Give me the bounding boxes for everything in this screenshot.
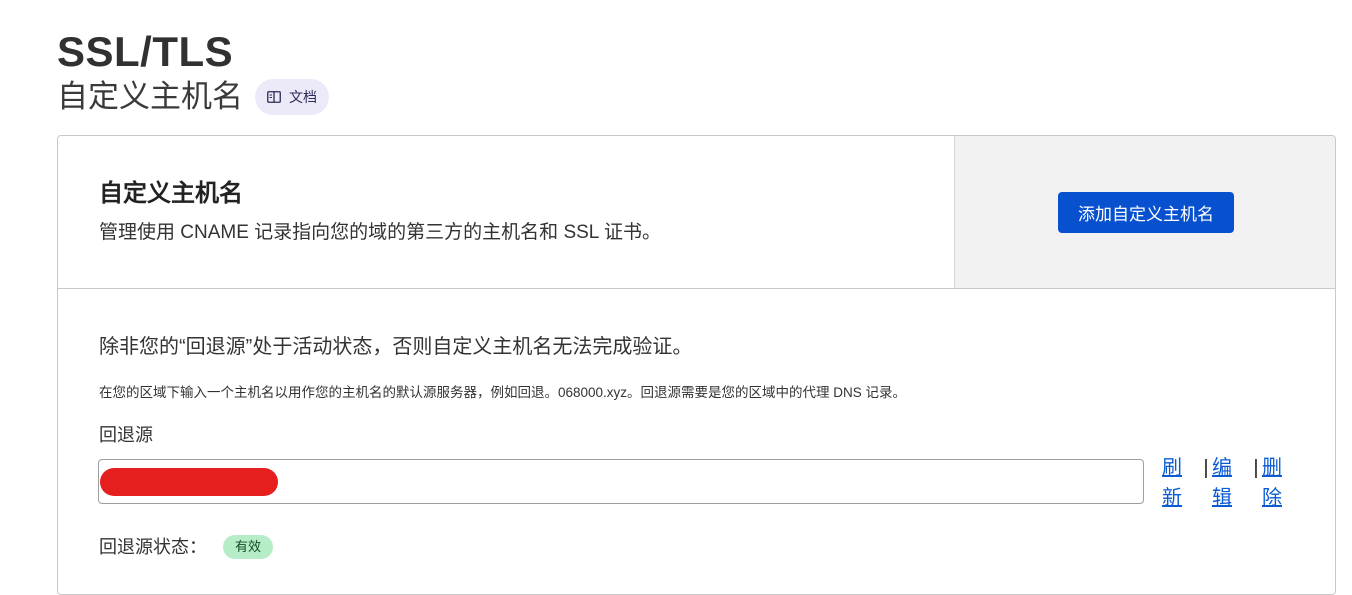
card-header-info: 自定义主机名 管理使用 CNAME 记录指向您的域的第三方的主机名和 SSL 证… bbox=[58, 136, 954, 288]
card-header-actions: 添加自定义主机名 bbox=[954, 136, 1335, 288]
fallback-actions: 刷新 | 编辑 | 删除 bbox=[1162, 453, 1282, 513]
fallback-status-row: 回退源状态： 有效 bbox=[99, 535, 274, 559]
edit-link[interactable]: 编辑 bbox=[1212, 453, 1232, 513]
docs-link[interactable]: 文档 bbox=[255, 79, 329, 115]
fallback-notice: 除非您的“回退源”处于活动状态，否则自定义主机名无法完成验证。 bbox=[99, 336, 693, 358]
page-title: SSL/TLS bbox=[57, 28, 234, 75]
fallback-origin-input[interactable] bbox=[98, 459, 1144, 504]
status-badge: 有效 bbox=[223, 535, 274, 559]
subtitle-row: 自定义主机名 文档 bbox=[57, 78, 329, 116]
redaction-mark bbox=[100, 468, 278, 496]
docs-label: 文档 bbox=[289, 89, 317, 105]
delete-link[interactable]: 删除 bbox=[1262, 453, 1282, 513]
card-header: 自定义主机名 管理使用 CNAME 记录指向您的域的第三方的主机名和 SSL 证… bbox=[58, 136, 1335, 289]
refresh-link[interactable]: 刷新 bbox=[1162, 453, 1182, 513]
fallback-help-text: 在您的区域下输入一个主机名以用作您的主机名的默认源服务器，例如回退。068000… bbox=[99, 385, 907, 400]
action-separator: | bbox=[1253, 457, 1259, 479]
book-icon bbox=[267, 91, 281, 103]
card-title: 自定义主机名 bbox=[99, 180, 243, 207]
add-custom-hostname-button[interactable]: 添加自定义主机名 bbox=[1058, 191, 1234, 233]
action-separator: | bbox=[1203, 457, 1209, 479]
custom-hostnames-card: 自定义主机名 管理使用 CNAME 记录指向您的域的第三方的主机名和 SSL 证… bbox=[57, 135, 1336, 595]
card-description: 管理使用 CNAME 记录指向您的域的第三方的主机名和 SSL 证书。 bbox=[99, 222, 661, 243]
fallback-status-label: 回退源状态： bbox=[99, 537, 207, 557]
page-subtitle: 自定义主机名 bbox=[57, 79, 243, 114]
fallback-origin-label: 回退源 bbox=[99, 425, 153, 445]
